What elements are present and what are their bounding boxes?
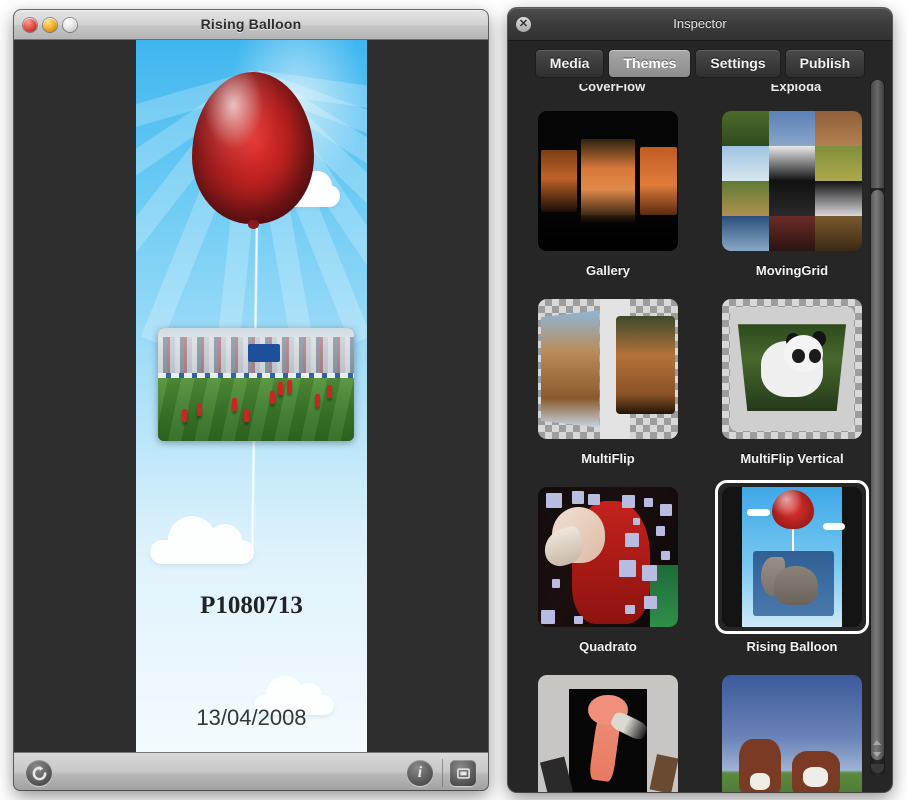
theme-item-movinggrid[interactable]: MovingGrid: [700, 104, 884, 278]
slide-caption: P1080713: [200, 592, 303, 619]
clipped-theme-labels: CoverFlow Exploda: [516, 84, 884, 98]
viewer-window: Rising Balloon P1080713 13/04/2008 i: [14, 10, 488, 790]
clipped-label-coverflow: CoverFlow: [578, 84, 646, 94]
slide-canvas[interactable]: P1080713 13/04/2008: [136, 40, 367, 752]
scrollbar-track-top[interactable]: [871, 80, 884, 188]
theme-label: MultiFlip Vertical: [740, 451, 844, 466]
tab-media[interactable]: Media: [534, 49, 605, 78]
themes-grid: Gallery MovingGrid MultiFlip MultiFlip V…: [516, 104, 884, 792]
screen-icon[interactable]: [450, 760, 476, 786]
theme-item-gallery[interactable]: Gallery: [516, 104, 700, 278]
inspector-tabs: Media Themes Settings Publish: [508, 41, 892, 84]
tab-publish[interactable]: Publish: [784, 49, 866, 78]
toolbar-divider: [442, 759, 443, 787]
inspector-panel: ✕ Inspector Media Themes Settings Publis…: [508, 8, 892, 792]
scrollbar-thumb[interactable]: [871, 190, 884, 760]
theme-label: Quadrato: [579, 639, 637, 654]
viewer-titlebar[interactable]: Rising Balloon: [14, 10, 488, 40]
theme-item-quadrato[interactable]: Quadrato: [516, 480, 700, 654]
scrollbar-arrow-box: [871, 764, 884, 773]
tab-settings[interactable]: Settings: [695, 49, 781, 78]
slide-date: 13/04/2008: [196, 705, 307, 730]
theme-item-multiflip[interactable]: MultiFlip: [516, 292, 700, 466]
theme-item-multiflip-vertical[interactable]: MultiFlip Vertical: [700, 292, 884, 466]
viewer-toolbar: i: [14, 752, 488, 790]
theme-thumbnail: [538, 111, 678, 251]
theme-item-rising-balloon[interactable]: Rising Balloon: [700, 480, 884, 654]
theme-thumbnail: [538, 675, 678, 792]
inspector-titlebar[interactable]: ✕ Inspector: [508, 8, 892, 41]
theme-thumbnail: [722, 111, 862, 251]
screen: Rising Balloon P1080713 13/04/2008 i ✕ I…: [0, 0, 907, 800]
clipped-label-exploda: Exploda: [770, 84, 822, 94]
theme-thumbnail: [722, 675, 862, 792]
theme-label: Gallery: [585, 263, 631, 278]
scroll-down-arrow[interactable]: [873, 752, 881, 757]
theme-label: MultiFlip: [581, 451, 635, 466]
inspector-title: Inspector: [673, 16, 727, 31]
theme-item-cows[interactable]: [700, 668, 884, 792]
themes-scrollbar[interactable]: [870, 78, 885, 778]
cloud-icon: [150, 516, 254, 564]
tab-themes[interactable]: Themes: [608, 49, 692, 78]
theme-thumbnail: [722, 487, 862, 627]
theme-thumbnail: [538, 299, 678, 439]
theme-label: Rising Balloon: [746, 639, 838, 654]
reload-icon[interactable]: [26, 760, 52, 786]
viewer-body: P1080713 13/04/2008: [14, 40, 488, 752]
theme-item-flamingo[interactable]: [516, 668, 700, 792]
slide-photo[interactable]: [158, 328, 354, 441]
theme-label: MovingGrid: [755, 263, 829, 278]
scroll-up-arrow[interactable]: [873, 740, 881, 745]
page-title: Rising Balloon: [200, 16, 302, 32]
info-icon[interactable]: i: [407, 760, 433, 786]
themes-scroll-area[interactable]: CoverFlow Exploda Gallery MovingGrid Mul…: [516, 84, 884, 792]
theme-thumbnail: [538, 487, 678, 627]
theme-thumbnail: [722, 299, 862, 439]
